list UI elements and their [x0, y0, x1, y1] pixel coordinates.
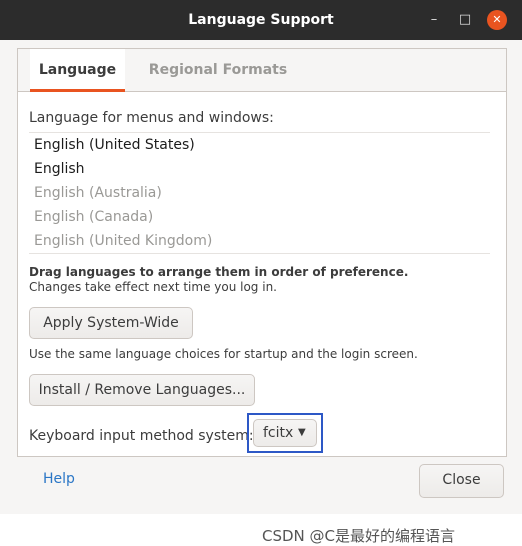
input-method-value: fcitx — [263, 425, 294, 441]
tab-panel: Language Regional Formats Language for m… — [17, 48, 507, 457]
input-method-label: Keyboard input method system: — [29, 428, 254, 444]
title-bar: Language Support – □ ✕ — [0, 0, 522, 40]
help-link[interactable]: Help — [43, 471, 75, 487]
menus-language-label: Language for menus and windows: — [29, 110, 274, 126]
language-item-english[interactable]: English — [34, 157, 484, 181]
tab-language[interactable]: Language — [30, 49, 125, 92]
maximize-icon[interactable]: □ — [455, 10, 475, 30]
apply-system-wide-button[interactable]: Apply System-Wide — [29, 307, 193, 339]
apply-hint: Use the same language choices for startu… — [29, 347, 418, 361]
language-item-english-uk[interactable]: English (United Kingdom) — [34, 229, 484, 253]
language-item-english-us[interactable]: English (United States) — [34, 133, 484, 157]
input-method-combobox[interactable]: fcitx ▼ — [253, 419, 317, 447]
dialog-content: Language Regional Formats Language for m… — [0, 40, 522, 546]
language-item-english-australia[interactable]: English (Australia) — [34, 181, 484, 205]
close-window-icon[interactable]: ✕ — [487, 10, 507, 30]
tab-bar: Language Regional Formats — [18, 49, 506, 92]
install-remove-languages-button[interactable]: Install / Remove Languages... — [29, 374, 255, 406]
close-button[interactable]: Close — [419, 464, 504, 498]
input-method-highlight: fcitx ▼ — [247, 413, 323, 453]
minimize-icon[interactable]: – — [424, 10, 444, 30]
tab-regional-formats[interactable]: Regional Formats — [148, 49, 288, 91]
watermark: CSDN @C是最好的编程语言 — [262, 525, 456, 546]
language-list[interactable]: English (United States) English English … — [29, 132, 490, 254]
drag-hint-bold: Drag languages to arrange them in order … — [29, 265, 409, 279]
dropdown-arrow-icon: ▼ — [298, 427, 306, 438]
drag-hint: Changes take effect next time you log in… — [29, 280, 277, 294]
language-item-english-canada[interactable]: English (Canada) — [34, 205, 484, 229]
